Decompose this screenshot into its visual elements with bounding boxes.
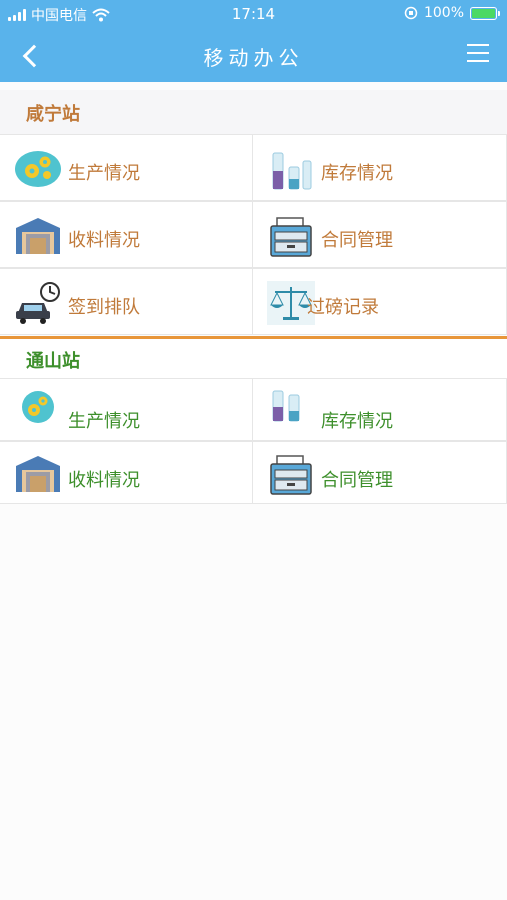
menu-item-inventory[interactable]: 库存情况 — [253, 134, 507, 201]
app-header: 中国电信 17:14 100% 移动办公 — [0, 0, 507, 82]
station-name: 通山站 — [26, 351, 80, 372]
hamburger-menu-icon[interactable] — [467, 44, 489, 64]
page-title: 移动办公 — [203, 46, 304, 70]
station-name: 咸宁站 — [26, 104, 80, 125]
menu-item-production[interactable]: 生产情况 — [0, 134, 253, 201]
test-tubes-icon — [272, 390, 300, 422]
test-tubes-icon — [272, 152, 312, 190]
menu-item-label: 库存情况 — [321, 163, 393, 184]
status-bar: 中国电信 17:14 100% — [0, 0, 507, 28]
station-grid-tongshan: 生产情况 库存情况 收料情况 合同管理 — [0, 378, 507, 504]
menu-item-label: 生产情况 — [68, 411, 140, 432]
menu-item-label: 签到排队 — [68, 297, 140, 318]
menu-item-label: 库存情况 — [321, 411, 393, 432]
station-header-xianning: 咸宁站 — [0, 90, 507, 134]
warehouse-icon — [16, 218, 60, 254]
nav-bar: 移动办公 — [0, 28, 507, 82]
menu-item-label: 合同管理 — [321, 230, 393, 251]
menu-item-label: 生产情况 — [68, 163, 140, 184]
warehouse-icon — [16, 456, 60, 492]
menu-item-receiving[interactable]: 收料情况 — [0, 441, 253, 504]
menu-item-weighing[interactable]: 过磅记录 — [253, 268, 507, 335]
station-grid-xianning: 生产情况 库存情况 收料情况 合同管理 签到排队 过磅记录 — [0, 134, 507, 335]
car-clock-icon — [16, 282, 60, 324]
menu-item-inventory[interactable]: 库存情况 — [253, 378, 507, 441]
menu-item-contracts[interactable]: 合同管理 — [253, 441, 507, 504]
gears-icon — [15, 151, 61, 187]
menu-item-production[interactable]: 生产情况 — [0, 378, 253, 441]
battery-charging-icon — [470, 6, 500, 20]
menu-item-checkin-queue[interactable]: 签到排队 — [0, 268, 253, 335]
menu-item-label: 收料情况 — [68, 470, 140, 491]
menu-item-label: 合同管理 — [321, 470, 393, 491]
menu-item-contracts[interactable]: 合同管理 — [253, 201, 507, 268]
station-header-tongshan: 通山站 — [0, 339, 507, 379]
menu-item-label: 收料情况 — [68, 230, 140, 251]
orientation-lock-icon — [404, 6, 418, 20]
file-cabinet-icon — [270, 455, 312, 495]
menu-item-receiving[interactable]: 收料情况 — [0, 201, 253, 268]
menu-item-label: 过磅记录 — [307, 297, 379, 318]
file-cabinet-icon — [270, 217, 312, 257]
gears-icon — [22, 391, 54, 423]
battery-percent: 100% — [423, 5, 464, 21]
